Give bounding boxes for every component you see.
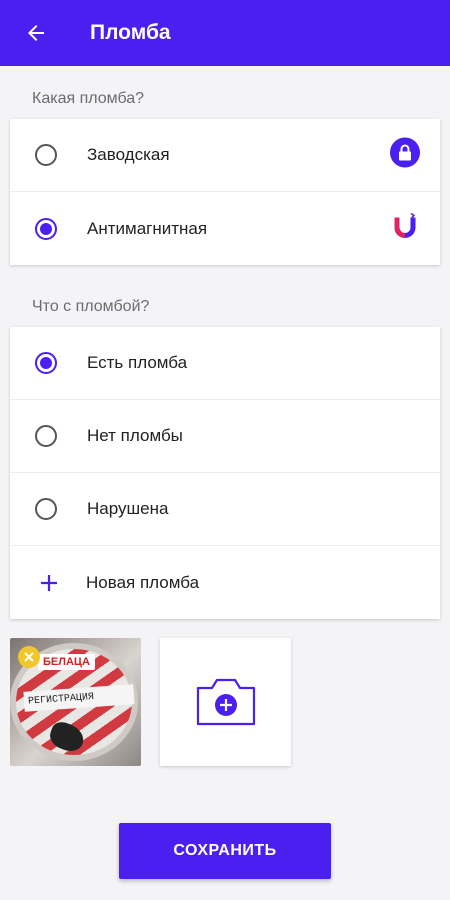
save-button[interactable]: СОХРАНИТЬ — [119, 823, 331, 879]
page-title: Пломба — [90, 21, 171, 44]
radio-button[interactable] — [35, 498, 57, 520]
seal-type-heading: Какая пломба? — [32, 90, 145, 107]
add-photo-button[interactable] — [160, 638, 291, 766]
radio-button[interactable] — [35, 217, 57, 240]
camera-add-icon — [196, 678, 255, 726]
radio-button[interactable] — [35, 425, 57, 447]
back-button[interactable] — [0, 0, 72, 66]
seal-state-card: Есть пломба Нет пломбы Нарушена Новая пл… — [10, 327, 440, 619]
add-seal-label: Новая пломба — [86, 572, 200, 592]
seal-type-card: Заводская Антимагнитная — [10, 119, 440, 265]
arrow-left-icon — [28, 25, 44, 41]
option-label: Нет пломбы — [87, 426, 183, 445]
magnet-icon — [390, 211, 420, 246]
radio-option-absent[interactable]: Нет пломбы — [10, 400, 440, 473]
photo-logo: БЕЛАЦА — [38, 654, 95, 670]
close-icon — [24, 652, 34, 662]
option-label: Нарушена — [87, 499, 169, 518]
radio-option-present[interactable]: Есть пломба — [10, 327, 440, 400]
radio-option-factory[interactable]: Заводская — [10, 119, 440, 192]
plus-icon — [38, 572, 60, 594]
seal-state-heading: Что с пломбой? — [32, 298, 150, 315]
add-new-seal-button[interactable]: Новая пломба — [10, 546, 440, 619]
radio-option-antimagnetic[interactable]: Антимагнитная — [10, 192, 440, 265]
option-label: Заводская — [87, 145, 170, 164]
option-label: Есть пломба — [87, 353, 188, 372]
app-bar: Пломба — [0, 0, 450, 66]
option-label: Антимагнитная — [87, 218, 208, 238]
radio-button[interactable] — [35, 352, 57, 374]
seal-photo-thumbnail[interactable]: БЕЛАЦА РЕГИСТРАЦИЯ — [10, 638, 141, 766]
radio-button[interactable] — [35, 144, 57, 166]
lock-icon — [390, 137, 420, 173]
remove-photo-button[interactable] — [18, 646, 40, 668]
radio-option-broken[interactable]: Нарушена — [10, 473, 440, 546]
